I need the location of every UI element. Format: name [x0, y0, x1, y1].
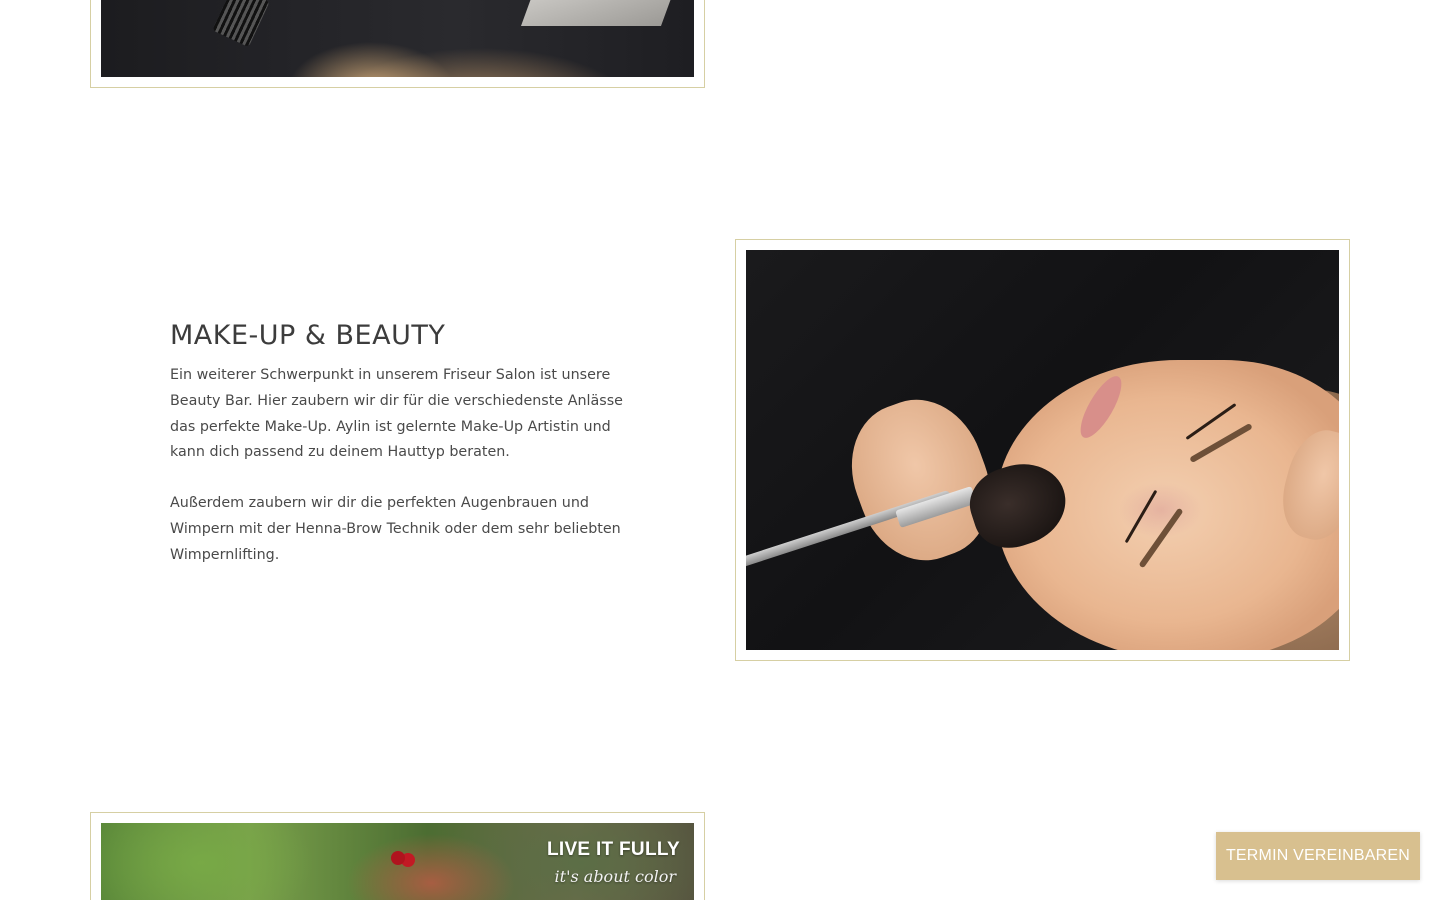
- comb-graphic: [212, 0, 270, 48]
- makeup-application-photo: [746, 250, 1339, 650]
- hair-color-campaign-photo: LIVE IT FULLY it's about color: [101, 823, 694, 900]
- page: MAKE-UP & BEAUTY Ein weiterer Schwerpunk…: [0, 0, 1440, 900]
- section-title: MAKE-UP & BEAUTY: [170, 320, 446, 351]
- image-overlay-title: LIVE IT FULLY: [546, 839, 680, 860]
- hair-image-frame: [90, 0, 705, 88]
- makeup-image-frame: [735, 239, 1350, 661]
- color-image-frame: LIVE IT FULLY it's about color: [90, 812, 705, 900]
- hair-styling-photo: [101, 0, 694, 77]
- cherry-graphic: [391, 851, 405, 865]
- section-paragraph-2: Außerdem zaubern wir dir die perfekten A…: [170, 495, 621, 563]
- makeup-beauty-section: MAKE-UP & BEAUTY Ein weiterer Schwerpunk…: [170, 320, 630, 569]
- paper-graphic: [520, 0, 682, 26]
- image-overlay-script: it's about color: [554, 867, 676, 886]
- book-appointment-button[interactable]: TERMIN VEREINBAREN: [1216, 832, 1420, 880]
- section-paragraph-1: Ein weiterer Schwerpunkt in unserem Fris…: [170, 367, 623, 461]
